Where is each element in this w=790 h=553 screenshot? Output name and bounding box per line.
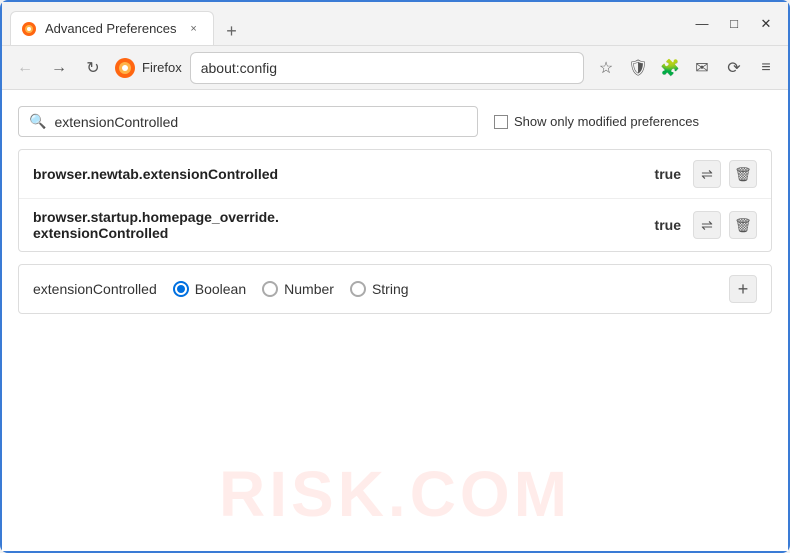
pref-name-1: browser.newtab.extensionControlled	[33, 166, 643, 182]
firefox-logo-icon	[114, 57, 136, 79]
tab-favicon	[21, 21, 37, 37]
trash-icon-1: 🗑	[734, 166, 752, 183]
pref-name-2-line1: browser.startup.homepage_override.	[33, 209, 279, 225]
title-bar: Advanced Preferences × + — □ ✕	[2, 2, 788, 46]
row-1-actions: ⇌ 🗑	[693, 160, 757, 188]
arrows-icon-2: ⇌	[701, 217, 713, 234]
type-radio-group: Boolean Number String	[173, 281, 409, 297]
tab-title: Advanced Preferences	[45, 21, 177, 36]
string-label: String	[372, 281, 409, 297]
trash-icon-2: 🗑	[734, 217, 752, 234]
results-table: browser.newtab.extensionControlled true …	[18, 149, 772, 252]
add-preference-row: extensionControlled Boolean Number Strin…	[18, 264, 772, 314]
address-text: about:config	[201, 60, 277, 76]
show-modified-checkbox[interactable]	[494, 115, 508, 129]
add-preference-button[interactable]: +	[729, 275, 757, 303]
email-icon[interactable]: ✉	[688, 54, 716, 82]
pref-value-1: true	[655, 166, 681, 182]
number-radio-option[interactable]: Number	[262, 281, 334, 297]
minimize-button[interactable]: —	[688, 10, 716, 38]
search-box: 🔍	[18, 106, 478, 137]
tab-close-button[interactable]: ×	[185, 20, 203, 38]
arrows-icon-1: ⇌	[701, 166, 713, 183]
table-row: browser.newtab.extensionControlled true …	[19, 150, 771, 199]
string-radio-option[interactable]: String	[350, 281, 409, 297]
content-area: RISK.COM 🔍 Show only modified preference…	[2, 90, 788, 551]
toggle-button-2[interactable]: ⇌	[693, 211, 721, 239]
number-label: Number	[284, 281, 334, 297]
pref-name-2: browser.startup.homepage_override. exten…	[33, 209, 643, 241]
active-tab[interactable]: Advanced Preferences ×	[10, 11, 214, 45]
new-pref-name: extensionControlled	[33, 281, 157, 297]
forward-button[interactable]: →	[44, 53, 74, 83]
menu-icon[interactable]: ≡	[752, 54, 780, 82]
sync-icon[interactable]: ⟳	[720, 54, 748, 82]
pref-name-2-line2: extensionControlled	[33, 225, 168, 241]
window-controls: — □ ✕	[688, 10, 780, 38]
address-bar[interactable]: about:config	[190, 52, 584, 84]
boolean-radio-circle[interactable]	[173, 281, 189, 297]
toggle-button-1[interactable]: ⇌	[693, 160, 721, 188]
back-button[interactable]: ←	[10, 53, 40, 83]
firefox-label: Firefox	[142, 60, 182, 75]
watermark: RISK.COM	[219, 457, 571, 531]
extension-icon[interactable]: 🧩	[656, 54, 684, 82]
shield-icon[interactable]: 🛡	[624, 54, 652, 82]
tab-area: Advanced Preferences × +	[10, 2, 680, 45]
delete-button-2[interactable]: 🗑	[729, 211, 757, 239]
maximize-button[interactable]: □	[720, 10, 748, 38]
reload-button[interactable]: ↻	[78, 53, 108, 83]
string-radio-circle[interactable]	[350, 281, 366, 297]
search-row: 🔍 Show only modified preferences	[18, 106, 772, 137]
row-2-actions: ⇌ 🗑	[693, 211, 757, 239]
show-modified-label[interactable]: Show only modified preferences	[494, 114, 699, 129]
number-radio-circle[interactable]	[262, 281, 278, 297]
bookmark-icon[interactable]: ☆	[592, 54, 620, 82]
nav-icons: ☆ 🛡 🧩 ✉ ⟳ ≡	[592, 54, 780, 82]
table-row: browser.startup.homepage_override. exten…	[19, 199, 771, 251]
search-input[interactable]	[54, 114, 467, 130]
show-modified-text: Show only modified preferences	[514, 114, 699, 129]
delete-button-1[interactable]: 🗑	[729, 160, 757, 188]
search-icon: 🔍	[29, 113, 46, 130]
navigation-bar: ← → ↻ Firefox about:config ☆ 🛡 🧩 ✉ ⟳ ≡	[2, 46, 788, 90]
pref-value-2: true	[655, 217, 681, 233]
boolean-radio-option[interactable]: Boolean	[173, 281, 246, 297]
close-button[interactable]: ✕	[752, 10, 780, 38]
boolean-label: Boolean	[195, 281, 246, 297]
new-tab-button[interactable]: +	[218, 17, 246, 45]
